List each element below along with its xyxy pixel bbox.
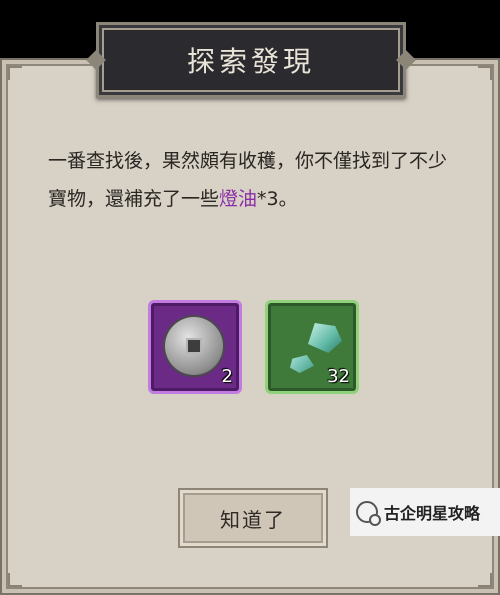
message-suffix: *3。 [257, 188, 298, 210]
reward-slot-ore[interactable]: 32 [265, 300, 359, 394]
jade-ore-icon [308, 323, 342, 353]
corner-ornament [478, 573, 492, 587]
dialog-message: 一番查找後，果然頗有收穫，你不僅找到了不少寶物，還補充了一些燈油*3。 [48, 142, 458, 218]
watermark-text: 古企明星攻略 [384, 504, 481, 523]
corner-ornament [8, 573, 22, 587]
dialog-title-banner: 探索發現 [96, 22, 406, 98]
jade-ore-icon [290, 355, 314, 373]
watermark: 古企明星攻略 [350, 488, 500, 536]
watermark-logo-icon [356, 501, 381, 526]
confirm-button[interactable]: 知道了 [178, 488, 328, 548]
reward-slot-coin[interactable]: 2 [148, 300, 242, 394]
corner-ornament [8, 66, 22, 80]
copper-coin-icon [165, 317, 223, 375]
dialog-title: 探索發現 [186, 45, 315, 78]
reward-count: 32 [327, 366, 350, 387]
reward-count: 2 [221, 366, 233, 387]
message-highlight: 燈油 [219, 188, 258, 210]
corner-ornament [478, 66, 492, 80]
reward-list: 2 32 [148, 300, 359, 394]
